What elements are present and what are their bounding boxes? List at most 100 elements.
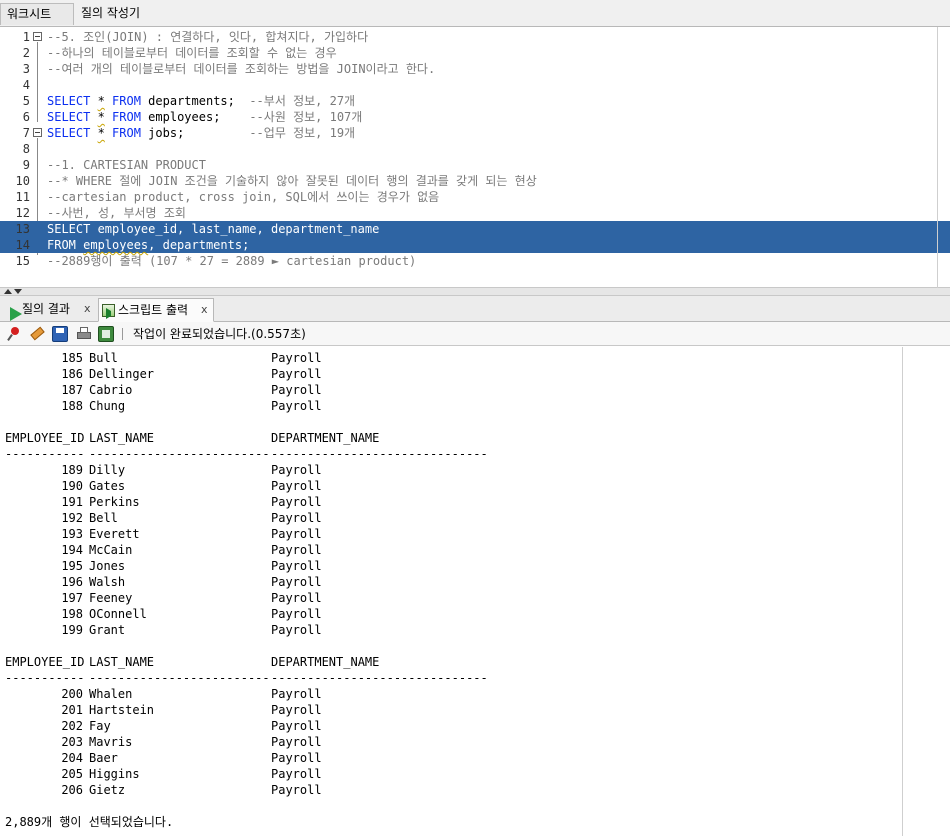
editor-line[interactable]: 2 --하나의 테이블로부터 데이터를 조회할 수 없는 경우	[0, 45, 950, 61]
last-name-cell: Everett	[89, 527, 140, 541]
pin-icon[interactable]	[6, 326, 22, 342]
column-header-row: EMPLOYEE_ID LAST_NAME DEPARTMENT_NAME	[5, 654, 895, 670]
line-number: 3	[22, 62, 30, 76]
editor-line[interactable]: 14 FROM employees, departments;	[0, 237, 950, 253]
export-icon[interactable]	[98, 326, 114, 342]
sql-editor[interactable]: 1 --5. 조인(JOIN) : 연결하다, 잇다, 합쳐지다, 가입하다 2 --…	[0, 27, 950, 288]
close-icon[interactable]: x	[84, 298, 91, 320]
department-name-cell: Payroll	[271, 383, 322, 397]
editor-line[interactable]: 5 SELECT * FROM departments; --부서 정보, 27개	[0, 93, 950, 109]
close-icon[interactable]: x	[201, 299, 208, 321]
editor-line[interactable]: 7 SELECT * FROM jobs; --업무 정보, 19개	[0, 125, 950, 141]
table-row: 196 Walsh Payroll	[5, 574, 895, 590]
sql-comment: --* WHERE 절에 JOIN 조건을 기술하지 않아 잘못된 데이터 행의…	[47, 174, 537, 188]
tab-query-result-label: 질의 결과	[22, 302, 70, 316]
line-number: 8	[22, 142, 30, 156]
editor-line[interactable]: 3 --여러 개의 테이블로부터 데이터를 조회하는 방법을 JOIN이라고 한다…	[0, 61, 950, 77]
editor-line[interactable]: 12 --사번, 성, 부서명 조회	[0, 205, 950, 221]
department-name-cell: Payroll	[271, 767, 322, 781]
line-number: 15	[15, 254, 30, 268]
employee-id-cell: 193	[61, 527, 83, 541]
table-row: 191 Perkins Payroll	[5, 494, 895, 510]
table-row: 200 Whalen Payroll	[5, 686, 895, 702]
last-name-cell: Dilly	[89, 463, 126, 477]
tab-query-builder[interactable]: 질의 작성기	[75, 3, 155, 25]
tab-script-output[interactable]: 스크립트 출력 x	[98, 298, 214, 322]
editor-line[interactable]: 6 SELECT * FROM employees; --사원 정보, 107개	[0, 109, 950, 125]
sql-comment: --업무 정보, 19개	[249, 126, 356, 140]
last-name-cell: Gietz	[89, 783, 126, 797]
table-row: 192 Bell Payroll	[5, 510, 895, 526]
tab-query-result[interactable]: 질의 결과 x	[3, 298, 96, 322]
editor-line[interactable]: 8	[0, 141, 950, 157]
sql-keyword: FROM	[104, 94, 149, 108]
department-name-cell: Payroll	[271, 751, 322, 765]
last-name-cell: Baer	[89, 751, 118, 765]
line-number: 14	[15, 238, 30, 252]
pane-splitter[interactable]	[0, 288, 950, 296]
save-icon[interactable]	[52, 326, 68, 342]
line-number: 12	[15, 206, 30, 220]
line-number: 9	[22, 158, 30, 172]
last-name-cell: Jones	[89, 559, 126, 573]
output-scrollbar[interactable]	[902, 347, 903, 836]
script-output-area[interactable]: 2,889개 행이 선택되었습니다. 185 Bull Payroll 186 Dell…	[0, 347, 902, 836]
sql-keyword: FROM	[104, 110, 149, 124]
table-row: 205 Higgins Payroll	[5, 766, 895, 782]
collapse-up-icon[interactable]	[4, 289, 12, 294]
column-header: LAST_NAME	[89, 655, 155, 669]
editor-line[interactable]: 4	[0, 77, 950, 93]
department-name-cell: Payroll	[271, 351, 322, 365]
fold-toggle-icon[interactable]	[33, 128, 42, 137]
table-row: 189 Dilly Payroll	[5, 462, 895, 478]
sql-comment: --하나의 테이블로부터 데이터를 조회할 수 없는 경우	[47, 46, 337, 60]
editor-line[interactable]: 15 --2889행이 출력 (107 * 27 = 2889 ► cartesi…	[0, 253, 950, 269]
eraser-icon[interactable]	[29, 326, 45, 342]
line-number: 6	[22, 110, 30, 124]
code-text: --사번, 성, 부서명 조회	[47, 205, 186, 221]
last-name-cell: Hartstein	[89, 703, 155, 717]
fold-toggle-icon[interactable]	[33, 32, 42, 41]
separator: -------------------------	[89, 447, 270, 461]
column-header: EMPLOYEE_ID	[5, 431, 85, 445]
editor-line[interactable]: 9 --1. CARTESIAN PRODUCT	[0, 157, 950, 173]
department-name-cell: Payroll	[271, 719, 322, 733]
tab-worksheet[interactable]: 워크시트	[0, 3, 74, 25]
code-token: *	[97, 94, 105, 108]
output-tab-bar: 질의 결과 x 스크립트 출력 x	[0, 296, 950, 322]
editor-line[interactable]: 1 --5. 조인(JOIN) : 연결하다, 잇다, 합쳐지다, 가입하다	[0, 29, 950, 45]
code-text: SELECT * FROM departments; --부서 정보, 27개	[47, 93, 355, 109]
editor-line[interactable]: 10 --* WHERE 절에 JOIN 조건을 기술하지 않아 잘못된 데이터 …	[0, 173, 950, 189]
editor-line[interactable]: 13 SELECT employee_id, last_name, departm…	[0, 221, 950, 237]
code-token: employees	[83, 238, 149, 252]
last-name-cell: Grant	[89, 623, 126, 637]
last-name-cell: McCain	[89, 543, 133, 557]
department-name-cell: Payroll	[271, 607, 322, 621]
editor-line[interactable]: 11 --cartesian product, cross join, SQL에서…	[0, 189, 950, 205]
row-count-message: 2,889개 행이 선택되었습니다.	[5, 815, 174, 829]
code-token: *	[97, 126, 105, 140]
employee-id-cell: 189	[61, 463, 83, 477]
table-row: 204 Baer Payroll	[5, 750, 895, 766]
last-name-cell: Mavris	[89, 735, 133, 749]
last-name-cell: Perkins	[89, 495, 140, 509]
table-row: 185 Bull Payroll	[5, 350, 895, 366]
last-name-cell: Chung	[89, 399, 126, 413]
editor-scrollbar[interactable]	[937, 27, 938, 288]
department-name-cell: Payroll	[271, 559, 322, 573]
last-name-cell: Dellinger	[89, 367, 155, 381]
department-name-cell: Payroll	[271, 735, 322, 749]
sql-comment: --5. 조인(JOIN) : 연결하다, 잇다, 합쳐지다, 가입하다	[47, 30, 369, 44]
sql-comment: --1. CARTESIAN PRODUCT	[47, 158, 206, 172]
script-icon	[102, 304, 115, 319]
employee-id-cell: 206	[61, 783, 83, 797]
line-number: 4	[22, 78, 30, 92]
line-number: 7	[22, 126, 30, 140]
print-icon[interactable]	[76, 326, 92, 342]
code-text: FROM employees, departments;	[47, 237, 249, 253]
employee-id-cell: 192	[61, 511, 83, 525]
tab-script-output-label: 스크립트 출력	[118, 303, 189, 317]
code-text: SELECT * FROM jobs; --업무 정보, 19개	[47, 125, 355, 141]
separator-row: ----------- ------------------------- ----…	[5, 446, 895, 462]
collapse-down-icon[interactable]	[14, 289, 22, 294]
